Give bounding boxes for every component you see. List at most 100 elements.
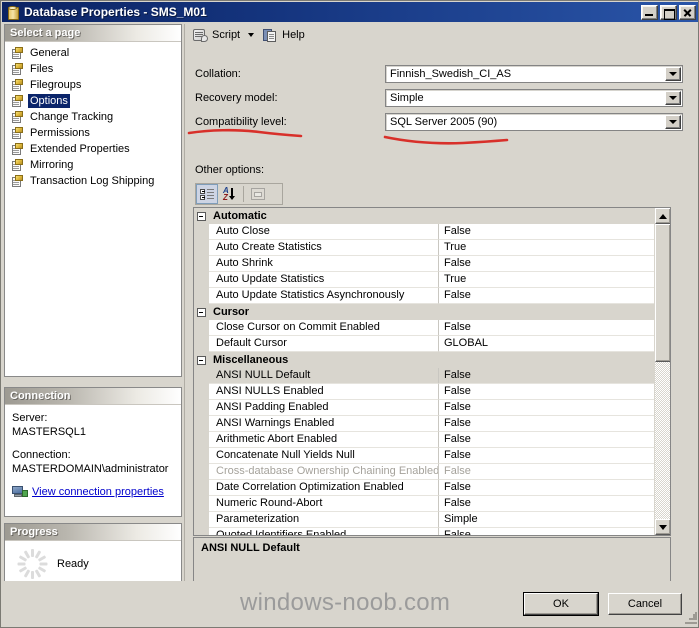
property-row[interactable]: ANSI NULL Default False: [194, 368, 655, 384]
collapse-icon[interactable]: [196, 355, 206, 365]
property-row[interactable]: Arithmetic Abort Enabled False: [194, 432, 655, 448]
sidebar-item-files[interactable]: Files: [8, 61, 181, 77]
property-row[interactable]: ANSI Warnings Enabled False: [194, 416, 655, 432]
property-grid-scrollbar[interactable]: [654, 208, 670, 535]
sidebar-item-label: Extended Properties: [30, 143, 130, 155]
maximize-button[interactable]: [660, 4, 677, 20]
page-icon: [11, 158, 24, 172]
help-button[interactable]: Help: [260, 26, 308, 45]
property-row[interactable]: Numeric Round-Abort False: [194, 496, 655, 512]
property-value[interactable]: False: [439, 496, 655, 512]
chevron-down-icon[interactable]: [248, 33, 255, 37]
property-value[interactable]: False: [439, 448, 655, 464]
property-name: ANSI Padding Enabled: [209, 400, 439, 416]
ok-button[interactable]: OK: [523, 592, 599, 616]
category-name: Miscellaneous: [213, 354, 289, 366]
property-row[interactable]: ANSI NULLS Enabled False: [194, 384, 655, 400]
property-value[interactable]: True: [439, 272, 655, 288]
property-row[interactable]: Cross-database Ownership Chaining Enable…: [194, 464, 655, 480]
recovery-model-combobox[interactable]: Simple: [385, 89, 683, 107]
scrollbar-thumb[interactable]: [655, 224, 670, 362]
alphabetical-sort-button[interactable]: AZ: [218, 184, 240, 204]
close-icon[interactable]: [679, 4, 696, 20]
property-value[interactable]: Simple: [439, 512, 655, 528]
property-value[interactable]: False: [439, 224, 655, 240]
sidebar-item-mirroring[interactable]: Mirroring: [8, 157, 181, 173]
property-value[interactable]: True: [439, 240, 655, 256]
property-value[interactable]: False: [439, 384, 655, 400]
compatibility-level-combobox[interactable]: SQL Server 2005 (90): [385, 113, 683, 131]
minimize-button[interactable]: [641, 4, 658, 20]
property-name: Auto Update Statistics: [209, 272, 439, 288]
property-row[interactable]: Auto Create Statistics True: [194, 240, 655, 256]
property-value[interactable]: False: [439, 368, 655, 384]
sidebar-item-transaction-log-shipping[interactable]: Transaction Log Shipping: [8, 173, 181, 189]
property-pages-button: [247, 184, 269, 204]
watermark: windows-noob.com: [240, 589, 451, 616]
compatibility-level-row: Compatibility level: SQL Server 2005 (90…: [185, 110, 698, 134]
categorized-view-button[interactable]: [196, 184, 218, 204]
property-value[interactable]: False: [439, 288, 655, 304]
property-value[interactable]: False: [439, 320, 655, 336]
scroll-down-button[interactable]: [655, 519, 670, 535]
sidebar-item-filegroups[interactable]: Filegroups: [8, 77, 181, 93]
property-name: ANSI Warnings Enabled: [209, 416, 439, 432]
sidebar-item-options[interactable]: Options: [8, 93, 181, 109]
sidebar-item-permissions[interactable]: Permissions: [8, 125, 181, 141]
scroll-up-button[interactable]: [655, 208, 670, 224]
property-value[interactable]: False: [439, 416, 655, 432]
sidebar-item-label: General: [30, 47, 70, 59]
property-row[interactable]: Close Cursor on Commit Enabled False: [194, 320, 655, 336]
property-row[interactable]: Quoted Identifiers Enabled False: [194, 528, 655, 535]
property-name: Arithmetic Abort Enabled: [209, 432, 439, 448]
property-category-row[interactable]: Cursor: [194, 304, 655, 320]
spinner-segment: [17, 562, 25, 566]
compatibility-level-value: SQL Server 2005 (90): [390, 116, 498, 128]
row-gutter: [194, 400, 209, 416]
property-row[interactable]: Auto Update Statistics True: [194, 272, 655, 288]
help-label: Help: [282, 29, 305, 41]
collapse-icon[interactable]: [196, 211, 206, 221]
property-value[interactable]: False: [439, 256, 655, 272]
chevron-down-icon[interactable]: [665, 67, 681, 81]
property-row[interactable]: ANSI Padding Enabled False: [194, 400, 655, 416]
connection-label: Connection:: [12, 449, 71, 461]
property-row[interactable]: Default Cursor GLOBAL: [194, 336, 655, 352]
property-value[interactable]: False: [439, 432, 655, 448]
property-value[interactable]: False: [439, 400, 655, 416]
collation-combobox[interactable]: Finnish_Swedish_CI_AS: [385, 65, 683, 83]
view-connection-properties-link[interactable]: View connection properties: [32, 485, 164, 499]
sidebar-item-extended-properties[interactable]: Extended Properties: [8, 141, 181, 157]
property-row[interactable]: Auto Close False: [194, 224, 655, 240]
property-value[interactable]: False: [439, 528, 655, 535]
row-gutter: [194, 272, 209, 288]
progress-header: Progress: [5, 524, 181, 541]
property-row[interactable]: Concatenate Null Yields Null False: [194, 448, 655, 464]
script-button[interactable]: Script: [189, 26, 243, 45]
property-value[interactable]: GLOBAL: [439, 336, 655, 352]
row-gutter: [194, 336, 209, 352]
sidebar-item-general[interactable]: General: [8, 45, 181, 61]
collapse-icon[interactable]: [196, 307, 206, 317]
category-gutter: [194, 208, 209, 224]
property-row[interactable]: Auto Shrink False: [194, 256, 655, 272]
property-grid[interactable]: Automatic Auto Close False Auto Create Stat…: [193, 207, 671, 536]
property-row[interactable]: Parameterization Simple: [194, 512, 655, 528]
chevron-down-icon[interactable]: [665, 91, 681, 105]
scrollbar-track[interactable]: [655, 224, 670, 519]
property-value[interactable]: False: [439, 480, 655, 496]
chevron-down-icon[interactable]: [665, 115, 681, 129]
property-category-row[interactable]: Automatic: [194, 208, 655, 224]
grip-dot: [695, 616, 697, 618]
cancel-button[interactable]: Cancel: [608, 593, 682, 615]
property-category-row[interactable]: Miscellaneous: [194, 352, 655, 368]
sidebar-item-change-tracking[interactable]: Change Tracking: [8, 109, 181, 125]
property-row[interactable]: Date Correlation Optimization Enabled Fal…: [194, 480, 655, 496]
page-icon: [11, 174, 24, 188]
resize-grip[interactable]: [685, 612, 697, 624]
property-value[interactable]: False: [439, 464, 655, 480]
collation-value: Finnish_Swedish_CI_AS: [390, 68, 512, 80]
toolbar-divider: [243, 186, 244, 202]
property-row[interactable]: Auto Update Statistics Asynchronously Fal…: [194, 288, 655, 304]
window-title: Database Properties - SMS_M01: [24, 5, 207, 19]
